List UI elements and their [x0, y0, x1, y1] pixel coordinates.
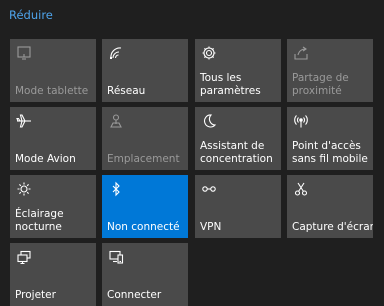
connect-icon [108, 249, 124, 265]
project-tile[interactable]: Projeter [10, 243, 96, 306]
quick-actions-grid: Mode tablette Réseau Tous les paramètres… [0, 0, 384, 306]
settings-gear-icon [201, 45, 217, 61]
tablet-mode-icon [16, 45, 32, 61]
bluetooth-tile[interactable]: Non connecté [102, 175, 188, 238]
network-icon [108, 45, 124, 61]
tile-label: Capture d'écran [292, 221, 373, 233]
vpn-tile[interactable]: VPN [195, 175, 281, 238]
tile-label: VPN [200, 221, 222, 233]
connect-tile[interactable]: Connecter [102, 243, 188, 306]
brightness-icon [16, 181, 32, 197]
tile-label: Partage de proximité [292, 72, 349, 97]
airplane-mode-tile[interactable]: Mode Avion [10, 107, 96, 170]
night-light-tile[interactable]: Éclairage nocturne [10, 175, 96, 238]
mobile-hotspot-icon [293, 113, 309, 129]
focus-assist-tile[interactable]: Assistant de concentration [195, 107, 281, 170]
nearby-sharing-tile[interactable]: Partage de proximité [287, 39, 373, 102]
bluetooth-icon [108, 181, 124, 197]
tile-label: Projeter [15, 289, 56, 301]
tile-label: Non connecté [107, 221, 180, 233]
tile-label: Connecter [107, 289, 162, 301]
tablet-mode-tile[interactable]: Mode tablette [10, 39, 96, 102]
moon-icon [201, 113, 217, 129]
vpn-icon [201, 181, 217, 197]
location-tile[interactable]: Emplacement [102, 107, 188, 170]
project-icon [16, 249, 32, 265]
all-settings-tile[interactable]: Tous les paramètres [195, 39, 281, 102]
tile-label: Tous les paramètres [200, 72, 261, 97]
tile-label: Point d'accès sans fil mobile [292, 140, 368, 165]
nearby-sharing-icon [293, 45, 309, 61]
tile-label: Réseau [107, 85, 146, 97]
tile-label: Assistant de concentration [200, 140, 273, 165]
location-icon [108, 113, 124, 129]
screen-snip-tile[interactable]: Capture d'écran [287, 175, 373, 238]
screen-snip-icon [293, 181, 309, 197]
tile-label: Éclairage nocturne [15, 208, 64, 233]
network-tile[interactable]: Réseau [102, 39, 188, 102]
tile-label: Emplacement [107, 153, 180, 165]
tile-label: Mode tablette [15, 85, 89, 97]
tile-label: Mode Avion [15, 153, 76, 165]
airplane-icon [16, 113, 32, 129]
mobile-hotspot-tile[interactable]: Point d'accès sans fil mobile [287, 107, 373, 170]
